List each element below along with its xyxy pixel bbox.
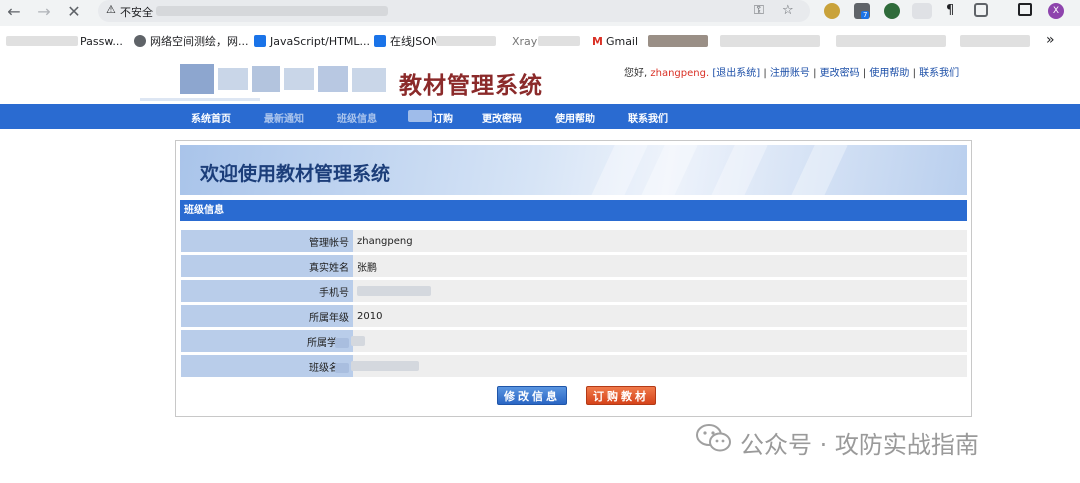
order-textbook-button[interactable]: 订购教材 (586, 386, 656, 405)
watermark-text: 公众号 · 攻防实战指南 (740, 431, 979, 459)
blurred-bookmark (720, 35, 820, 47)
greeting-text: 您好, (624, 68, 648, 79)
warning-icon: ⚠ (106, 3, 116, 16)
row-value: 张鹏 (353, 255, 967, 277)
bookmark-item[interactable]: 网络空间测绘，网... (134, 34, 249, 50)
blurred-nav-text (408, 110, 432, 122)
register-link[interactable]: 注册账号 (770, 68, 810, 79)
row-label: 所属学 (181, 330, 353, 352)
table-row: 手机号 (181, 280, 967, 302)
row-value (351, 355, 967, 377)
table-row: 管理帐号 zhangpeng (181, 230, 967, 252)
row-label: 班级名 (181, 355, 353, 377)
bookmark-item[interactable]: Passw... (80, 34, 123, 50)
blurred-bookmark (836, 35, 946, 47)
bookmark-item[interactable]: M Gmail (592, 34, 638, 50)
blurred-bookmark (538, 36, 580, 46)
main-nav: 系统首页 最新通知 班级信息 订购 更改密码 使用帮助 联系我们 (0, 104, 1080, 129)
row-value (351, 330, 967, 352)
table-row: 所属学 (181, 330, 967, 352)
extension-leaf-icon[interactable] (884, 3, 900, 19)
wechat-icon (696, 424, 731, 452)
blurred-url (156, 6, 388, 16)
gmail-icon: M (592, 35, 603, 48)
nav-help[interactable]: 使用帮助 (555, 110, 595, 125)
separator: | (813, 68, 817, 79)
table-row: 真实姓名 张鹏 (181, 255, 967, 277)
blurred-bookmark (6, 36, 78, 46)
separator: | (912, 68, 916, 79)
bookmarks-bar: Passw... 网络空间测绘，网... JavaScript/HTML... … (0, 28, 1080, 56)
logout-link[interactable]: [退出系统] (712, 68, 760, 79)
blurred-logo (140, 62, 395, 101)
class-info-panel: 欢迎使用教材管理系统 班级信息 管理帐号 zhangpeng 真实姓名 张鹏 手… (175, 140, 972, 417)
browser-toolbar: ← → ✕ ⚠ 不安全 ⚿ ☆ 7 ¶ X (0, 0, 1080, 26)
section-title: 班级信息 (180, 200, 967, 221)
class-info-table: 管理帐号 zhangpeng 真实姓名 张鹏 手机号 所属年级 2010 所属学… (181, 227, 967, 380)
security-label: 不安全 (120, 6, 153, 19)
blurred-value (351, 360, 419, 371)
stop-loading-icon[interactable]: ✕ (64, 2, 84, 22)
bookmark-b-icon (374, 35, 386, 47)
blurred-bookmark (436, 36, 496, 46)
nav-home[interactable]: 系统首页 (191, 110, 231, 125)
row-value (353, 280, 967, 302)
pilcrow-icon[interactable]: ¶ (946, 3, 962, 19)
separator: | (763, 68, 767, 79)
bookmark-item[interactable]: JavaScript/HTML... (254, 34, 370, 50)
side-panel-icon[interactable] (1018, 3, 1032, 16)
bookmark-item[interactable]: Xray (512, 34, 537, 50)
site-header: 教材管理系统 您好, zhangpeng. [退出系统] | 注册账号 | 更改… (0, 58, 1080, 104)
nav-contact[interactable]: 联系我们 (628, 110, 668, 125)
separator: | (862, 68, 867, 79)
row-value: zhangpeng (353, 230, 967, 252)
row-label: 管理帐号 (181, 230, 353, 252)
more-bookmarks-icon[interactable]: » (1046, 32, 1055, 48)
edit-info-button[interactable]: 修改信息 (497, 386, 567, 405)
blurred-bookmark (648, 35, 708, 47)
table-row: 所属年级 2010 (181, 305, 967, 327)
extension-icon[interactable] (824, 3, 840, 19)
address-bar[interactable]: ⚠ 不安全 ⚿ ☆ (98, 0, 810, 22)
profile-avatar[interactable]: X (1048, 3, 1064, 19)
change-password-link[interactable]: 更改密码 (820, 68, 860, 79)
back-arrow-icon[interactable]: ← (4, 2, 24, 22)
help-link[interactable]: 使用帮助 (869, 68, 909, 79)
json-extension-icon[interactable] (912, 3, 932, 19)
row-value: 2010 (353, 305, 967, 327)
nav-class-info[interactable]: 班级信息 (337, 110, 377, 125)
username: zhangpeng. (650, 68, 710, 79)
banner-title: 欢迎使用教材管理系统 (200, 163, 391, 185)
bookmark-star-icon[interactable]: ☆ (782, 1, 794, 21)
bookmark-b-icon (254, 35, 266, 47)
password-key-icon[interactable]: ⚿ (754, 1, 764, 21)
contact-link[interactable]: 联系我们 (919, 68, 959, 79)
blurred-bookmark (960, 35, 1030, 47)
user-bar: 您好, zhangpeng. [退出系统] | 注册账号 | 更改密码 | 使用… (624, 64, 959, 79)
extension-badge: 7 (861, 11, 870, 19)
nav-order[interactable]: 订购 (433, 110, 453, 125)
extension-puzzle-icon[interactable]: 7 (854, 3, 870, 19)
row-label: 所属年级 (181, 305, 353, 327)
nav-change-password[interactable]: 更改密码 (482, 110, 522, 125)
blurred-value (357, 285, 431, 296)
row-label: 手机号 (181, 280, 353, 302)
blurred-value (351, 335, 365, 346)
globe-icon (134, 35, 146, 47)
nav-notices[interactable]: 最新通知 (264, 110, 304, 125)
welcome-banner: 欢迎使用教材管理系统 (180, 145, 967, 195)
bookmark-item[interactable]: 在线JSON (374, 34, 439, 50)
site-title: 教材管理系统 (399, 72, 543, 99)
forward-arrow-icon[interactable]: → (34, 2, 54, 22)
row-label: 真实姓名 (181, 255, 353, 277)
table-row: 班级名 (181, 355, 967, 377)
extensions-icon[interactable] (974, 3, 988, 17)
